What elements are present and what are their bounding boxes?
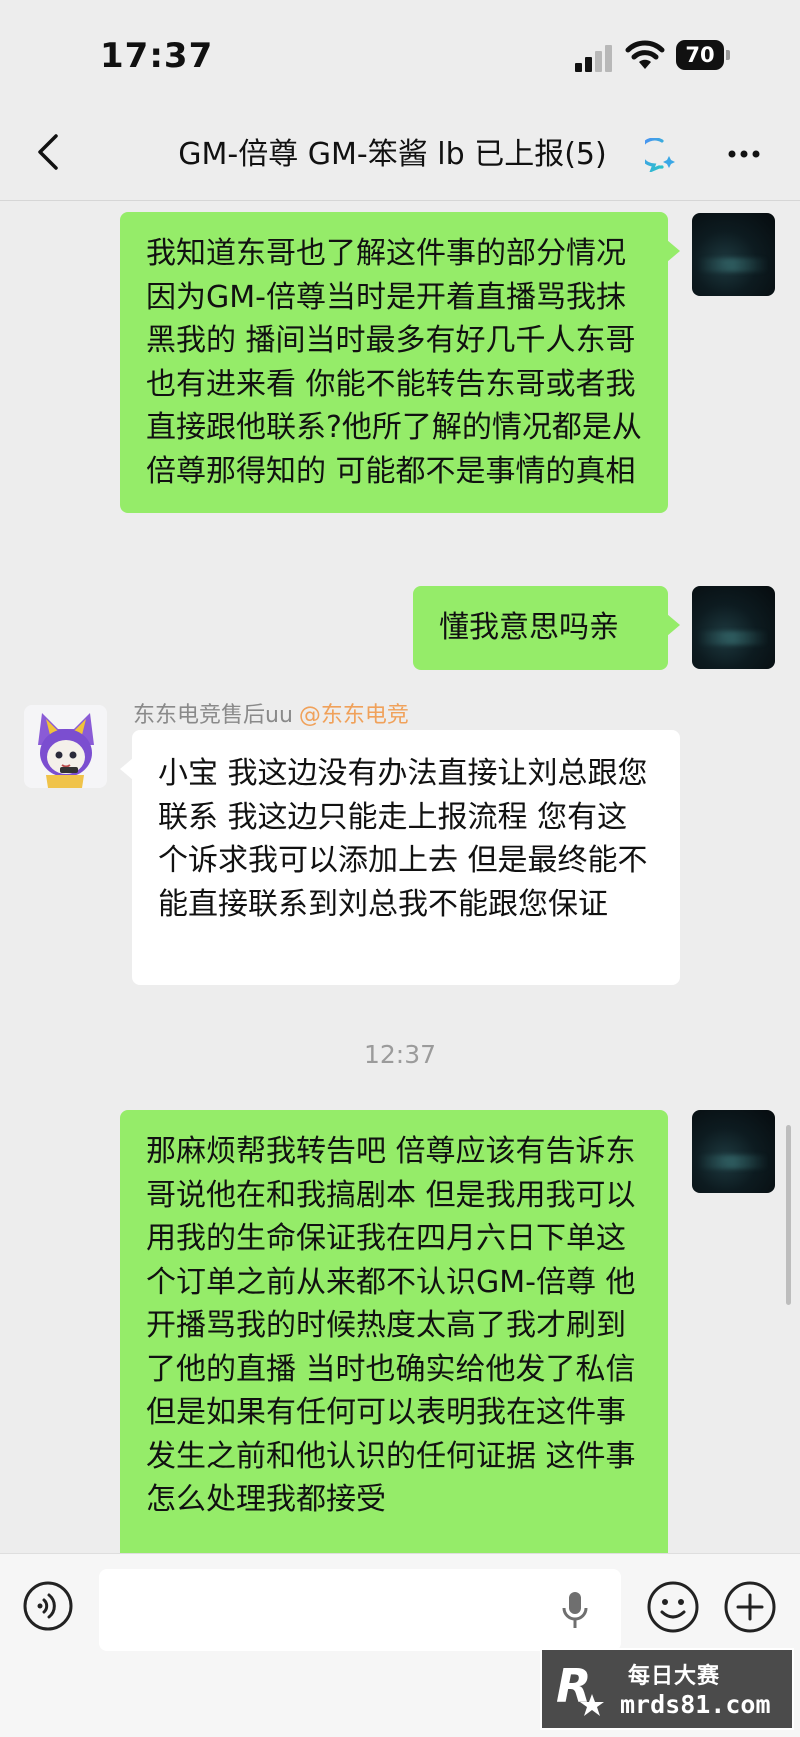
message-timestamp: 12:37 (363, 1040, 437, 1069)
voice-icon[interactable] (22, 1580, 74, 1632)
scrollbar[interactable] (786, 1125, 791, 1305)
chat-title: GM-倍尊 GM-笨酱 lb 已上报(5) (0, 110, 800, 200)
watermark-title: 每日大赛 (628, 1664, 721, 1689)
chat-title-text: GM-倍尊 GM-笨酱 lb 已上报(5) (178, 137, 607, 172)
sender-name: 东东电竞售后uu (133, 703, 293, 728)
status-time: 17:37 (100, 36, 214, 76)
my-avatar[interactable] (692, 1110, 775, 1193)
watermark-site: mrds81.com (620, 1690, 771, 1719)
emoji-icon[interactable] (646, 1580, 700, 1634)
battery-indicator: 70 (676, 40, 724, 70)
sender-tag: @东东电竞 (298, 703, 409, 728)
cellular-signal-icon (575, 44, 615, 72)
chat-header: GM-倍尊 GM-笨酱 lb 已上报(5) (0, 110, 800, 201)
message-bubble-received[interactable]: 小宝 我这边没有办法直接让刘总跟您联系 我这边只能走上报流程 您有这个诉求我可以… (120, 730, 680, 985)
message-input[interactable] (99, 1569, 621, 1651)
message-bubble-sent[interactable]: 我知道东哥也了解这件事的部分情况 因为GM-倍尊当时是开着直播骂我抹黑我的 播间… (120, 212, 680, 513)
watermark-logo-icon: R (556, 1659, 604, 1716)
message-bubble-sent[interactable]: 那麻烦帮我转告吧 倍尊应该有告诉东哥说他在和我搞剧本 但是我用我可以用我的生命保… (120, 1110, 668, 1570)
battery-tip (726, 50, 730, 60)
my-avatar[interactable] (692, 213, 775, 296)
wifi-icon (625, 40, 665, 69)
more-dots-icon[interactable] (722, 132, 766, 176)
sender-name-line: 东东电竞售后uu @东东电竞 (133, 697, 409, 729)
status-bar: 17:37 70 (0, 0, 800, 110)
watermark: R 每日大赛 mrds81.com (540, 1648, 794, 1730)
cat-avatar-image (38, 713, 94, 788)
chat-ai-icon[interactable] (645, 138, 679, 172)
my-avatar[interactable] (692, 586, 775, 669)
plus-icon[interactable] (723, 1580, 777, 1634)
cat-avatar[interactable] (24, 705, 107, 788)
message-bubble-sent[interactable]: 懂我意思吗亲 (413, 586, 680, 670)
mic-icon[interactable] (560, 1590, 590, 1632)
